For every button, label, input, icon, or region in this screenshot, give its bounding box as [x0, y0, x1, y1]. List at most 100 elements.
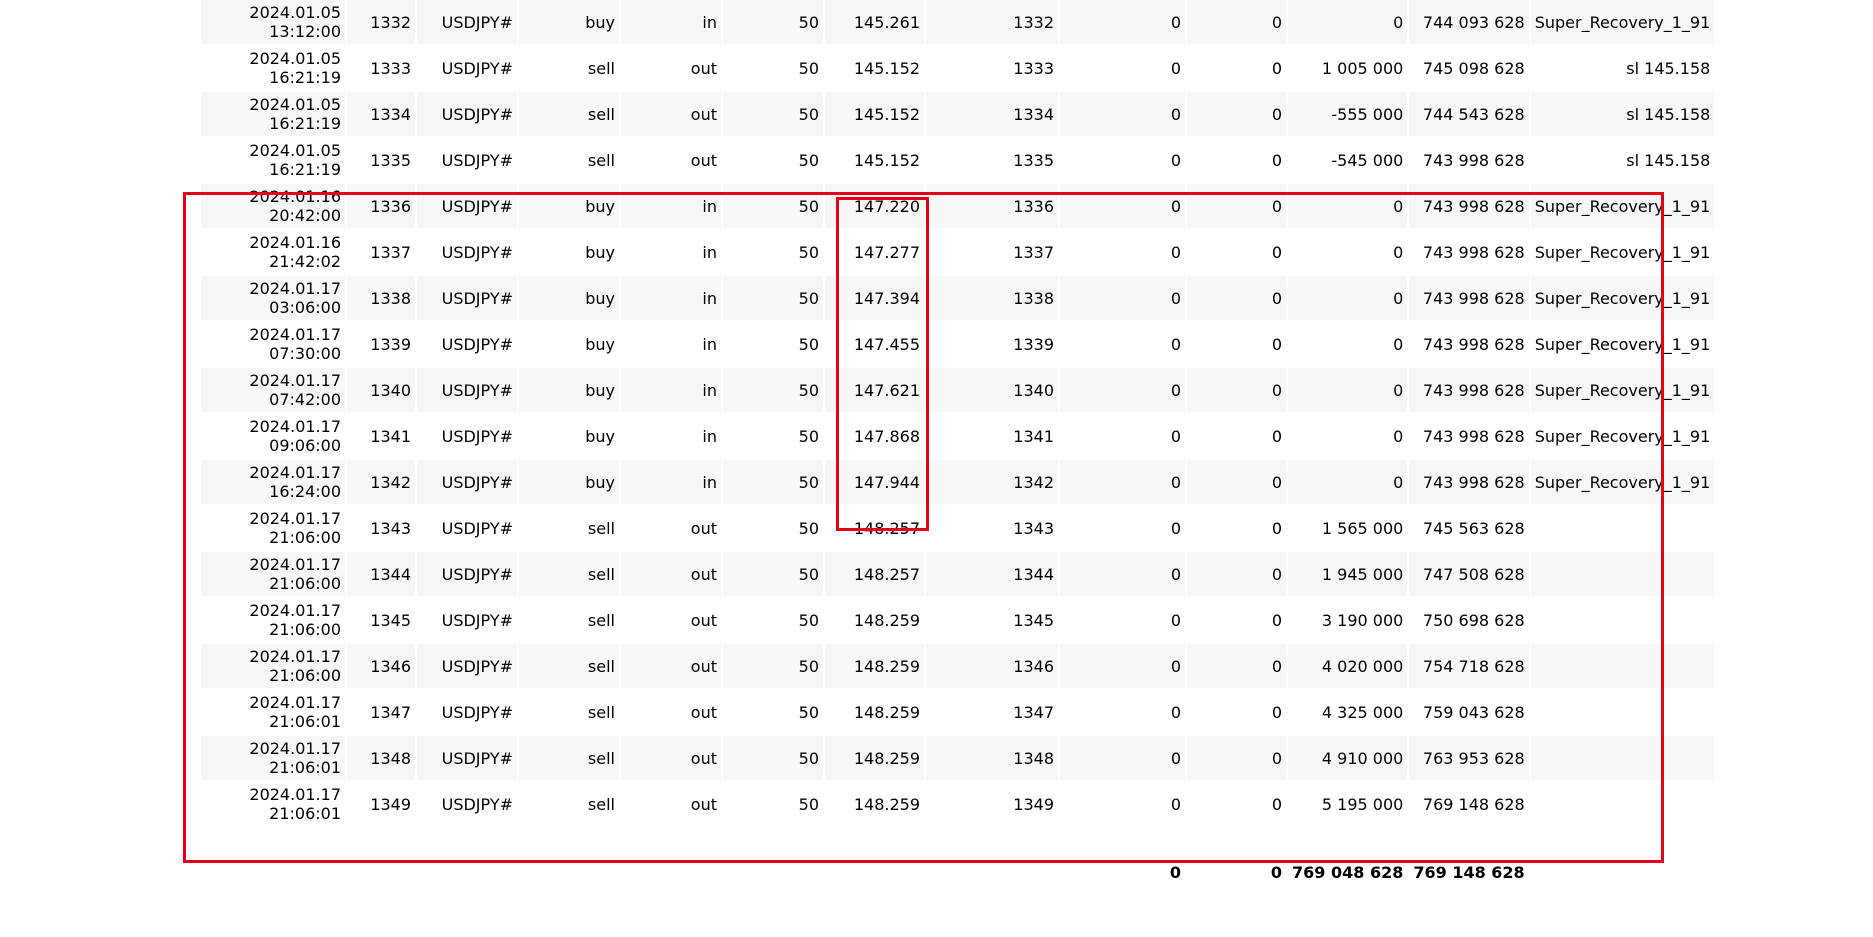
time-cell: 2024.01.05 16:21:19 [201, 138, 345, 182]
time-clock: 21:06:01 [269, 712, 341, 731]
time-date: 2024.01.17 [249, 785, 341, 804]
commission-cell: 0 [1060, 322, 1185, 366]
price-cell: 145.152 [825, 46, 924, 90]
price-cell: 148.257 [825, 506, 924, 550]
time-clock: 07:42:00 [269, 390, 341, 409]
swap-cell: 0 [1187, 276, 1286, 320]
deal-cell: 1336 [347, 184, 415, 228]
deal-cell: 1349 [347, 782, 415, 826]
price-cell: 147.394 [825, 276, 924, 320]
totals-spacer [201, 828, 345, 882]
table-row: 2024.01.05 16:21:19 1333 USDJPY# sell out 50 14… [201, 46, 1715, 90]
direction-cell: in [621, 230, 721, 274]
time-clock: 21:06:00 [269, 574, 341, 593]
time-clock: 07:30:00 [269, 344, 341, 363]
commission-cell: 0 [1060, 460, 1185, 504]
time-clock: 21:06:00 [269, 620, 341, 639]
price-cell: 145.152 [825, 138, 924, 182]
order-cell: 1339 [926, 322, 1058, 366]
swap-cell: 0 [1187, 782, 1286, 826]
price-cell: 148.259 [825, 736, 924, 780]
type-cell: sell [519, 552, 619, 596]
symbol-cell: USDJPY# [417, 46, 517, 90]
order-cell: 1338 [926, 276, 1058, 320]
table-row: 2024.01.17 09:06:00 1341 USDJPY# buy in 50 147.… [201, 414, 1715, 458]
time-date: 2024.01.17 [249, 739, 341, 758]
profit-cell: 4 325 000 [1288, 690, 1408, 734]
symbol-cell: USDJPY# [417, 460, 517, 504]
direction-cell: out [621, 506, 721, 550]
type-cell: sell [519, 46, 619, 90]
commission-cell: 0 [1060, 138, 1185, 182]
swap-cell: 0 [1187, 460, 1286, 504]
time-date: 2024.01.17 [249, 325, 341, 344]
table-row: 2024.01.17 07:42:00 1340 USDJPY# buy in 50 147.… [201, 368, 1715, 412]
symbol-cell: USDJPY# [417, 552, 517, 596]
commission-cell: 0 [1060, 690, 1185, 734]
balance-cell: 744 093 628 [1409, 0, 1529, 44]
type-cell: buy [519, 184, 619, 228]
comment-cell: Super_Recovery_1_91 [1530, 276, 1715, 320]
type-cell: sell [519, 644, 619, 688]
time-cell: 2024.01.17 21:06:01 [201, 690, 345, 734]
volume-cell: 50 [723, 322, 823, 366]
profit-cell: 3 190 000 [1288, 598, 1408, 642]
price-cell: 147.621 [825, 368, 924, 412]
balance-cell: 769 148 628 [1409, 782, 1529, 826]
swap-cell: 0 [1187, 552, 1286, 596]
swap-cell: 0 [1187, 322, 1286, 366]
time-cell: 2024.01.17 21:06:00 [201, 552, 345, 596]
totals-spacer [723, 828, 823, 882]
commission-cell: 0 [1060, 368, 1185, 412]
total-balance: 769 148 628 [1409, 828, 1529, 882]
type-cell: sell [519, 598, 619, 642]
symbol-cell: USDJPY# [417, 138, 517, 182]
time-clock: 16:21:19 [269, 160, 341, 179]
symbol-cell: USDJPY# [417, 322, 517, 366]
balance-cell: 759 043 628 [1409, 690, 1529, 734]
swap-cell: 0 [1187, 46, 1286, 90]
volume-cell: 50 [723, 276, 823, 320]
balance-cell: 744 543 628 [1409, 92, 1529, 136]
profit-cell: 0 [1288, 460, 1408, 504]
swap-cell: 0 [1187, 414, 1286, 458]
profit-cell: -545 000 [1288, 138, 1408, 182]
direction-cell: out [621, 46, 721, 90]
comment-cell [1530, 552, 1715, 596]
type-cell: sell [519, 782, 619, 826]
order-cell: 1344 [926, 552, 1058, 596]
totals-spacer [347, 828, 415, 882]
time-clock: 20:42:00 [269, 206, 341, 225]
type-cell: sell [519, 690, 619, 734]
deals-table: 2024.01.05 13:12:00 1332 USDJPY# buy in 50 145.… [199, 0, 1716, 884]
commission-cell: 0 [1060, 276, 1185, 320]
balance-cell: 743 998 628 [1409, 230, 1529, 274]
swap-cell: 0 [1187, 736, 1286, 780]
time-cell: 2024.01.17 21:06:00 [201, 598, 345, 642]
volume-cell: 50 [723, 230, 823, 274]
deal-cell: 1339 [347, 322, 415, 366]
type-cell: sell [519, 736, 619, 780]
deal-cell: 1333 [347, 46, 415, 90]
commission-cell: 0 [1060, 414, 1185, 458]
table-row: 2024.01.17 03:06:00 1338 USDJPY# buy in 50 147.… [201, 276, 1715, 320]
table-row: 2024.01.05 13:12:00 1332 USDJPY# buy in 50 145.… [201, 0, 1715, 44]
commission-cell: 0 [1060, 644, 1185, 688]
totals-spacer [417, 828, 517, 882]
time-clock: 21:06:01 [269, 804, 341, 823]
commission-cell: 0 [1060, 92, 1185, 136]
time-cell: 2024.01.05 16:21:19 [201, 92, 345, 136]
price-cell: 148.259 [825, 782, 924, 826]
deal-cell: 1341 [347, 414, 415, 458]
swap-cell: 0 [1187, 184, 1286, 228]
volume-cell: 50 [723, 46, 823, 90]
time-date: 2024.01.17 [249, 601, 341, 620]
time-date: 2024.01.16 [249, 187, 341, 206]
time-cell: 2024.01.17 21:06:01 [201, 782, 345, 826]
order-cell: 1343 [926, 506, 1058, 550]
deal-cell: 1345 [347, 598, 415, 642]
balance-cell: 743 998 628 [1409, 368, 1529, 412]
balance-cell: 747 508 628 [1409, 552, 1529, 596]
table-row: 2024.01.05 16:21:19 1335 USDJPY# sell out 50 14… [201, 138, 1715, 182]
swap-cell: 0 [1187, 368, 1286, 412]
